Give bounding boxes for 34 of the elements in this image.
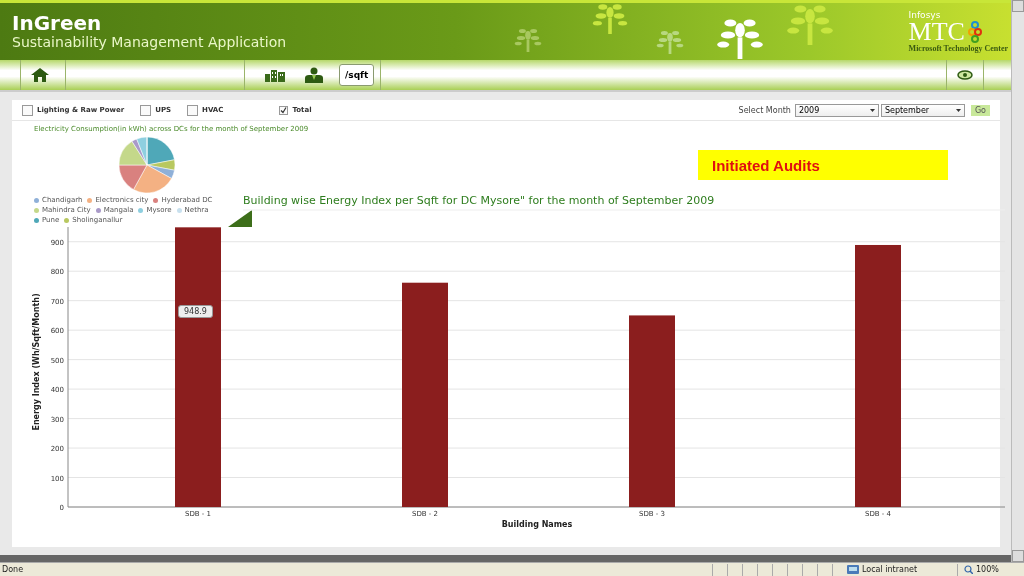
- logo-brand: Infosys: [908, 11, 941, 20]
- eye-icon: [957, 70, 973, 80]
- callout-label: Initiated Audits: [698, 150, 948, 180]
- year-select[interactable]: 2009: [794, 103, 879, 117]
- checkbox[interactable]: [279, 105, 289, 115]
- network-icon: [847, 565, 859, 574]
- logo-text: MTC: [908, 20, 965, 44]
- zone-label: Local intranet: [862, 565, 918, 574]
- month-label: Select Month: [738, 105, 791, 115]
- sqft-tab[interactable]: /sqft: [339, 64, 375, 86]
- y-axis-label: Energy Index (Wh/Sqft/Month): [32, 293, 41, 431]
- app-title: InGreen: [12, 12, 103, 34]
- checkbox[interactable]: [187, 104, 199, 116]
- rings-icon: [966, 21, 983, 43]
- status-text: Done: [1, 565, 25, 574]
- people-icon: [305, 67, 323, 83]
- x-axis-label: Building Names: [501, 520, 573, 529]
- go-button[interactable]: Go: [970, 104, 990, 116]
- month-select[interactable]: September: [880, 103, 965, 117]
- app-subtitle: Sustainability Management Application: [12, 34, 287, 51]
- checkbox[interactable]: [22, 104, 33, 116]
- zoom-level: 100%: [976, 565, 999, 574]
- caret-icon: [869, 108, 875, 112]
- home-icon: [31, 68, 49, 82]
- value-tooltip: 948.9: [178, 305, 213, 318]
- scrollbar[interactable]: [1011, 0, 1024, 562]
- buildings-icon: [265, 68, 285, 82]
- caret-icon: [955, 108, 961, 112]
- logo-caption: Microsoft Technology Center: [908, 44, 1008, 53]
- zoom-icon: [964, 565, 973, 574]
- checkbox[interactable]: [140, 104, 152, 116]
- pie-drawing: [118, 136, 176, 194]
- chart-title: Building wise Energy Index per Sqft for DC Mysore" for the month of September 2009: [243, 194, 715, 207]
- pointer-triangle: [228, 210, 252, 227]
